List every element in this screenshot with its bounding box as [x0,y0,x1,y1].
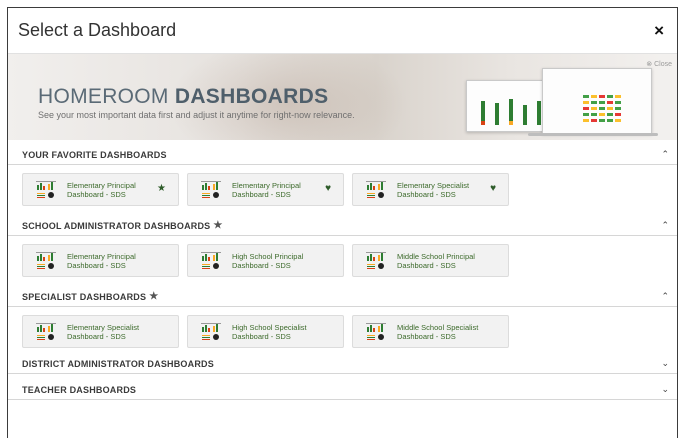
section-header[interactable]: TEACHER DASHBOARDS ⌄ [8,380,677,400]
modal-title: Select a Dashboard [18,20,177,40]
chevron-up-icon[interactable]: ⌃ [661,291,669,302]
section-title-text: DISTRICT ADMINISTRATOR DASHBOARDS [22,358,214,369]
dashboard-thumbnail-icon [35,322,57,341]
section-title: SCHOOL ADMINISTRATOR DASHBOARDS ★ [22,220,223,231]
section-title-text: SCHOOL ADMINISTRATOR DASHBOARDS [22,220,211,231]
section-title: TEACHER DASHBOARDS [22,385,136,395]
close-icon[interactable]: × [654,22,667,39]
dashboard-card[interactable]: Elementary Principal Dashboard - SDS ★ [22,173,179,206]
section-title-text: TEACHER DASHBOARDS [22,384,137,395]
dashboard-thumbnail-icon [200,251,222,270]
dashboard-preview-image-2 [542,68,652,134]
dashboard-name-suffix: Dashboard - SDS [397,331,456,341]
banner-subtitle: See your most important data first and a… [38,110,355,120]
dashboard-thumbnail-icon [200,180,222,199]
dashboard-name-suffix: Dashboard - SDS [232,260,291,270]
section-2: SPECIALIST DASHBOARDS ★ ⌃ Elementary Specia… [8,287,677,348]
dashboard-card-label: Middle School Specialist Dashboard - SDS [397,323,500,341]
dashboard-card-label: Elementary Principal Dashboard - SDS [67,181,170,199]
heart-icon[interactable]: ♥ [325,183,331,194]
dashboard-card[interactable]: Elementary Principal Dashboard - SDS ♥ [187,173,344,206]
section-header[interactable]: DISTRICT ADMINISTRATOR DASHBOARDS ⌄ [8,354,677,374]
dashboard-name: Elementary Principal [67,251,136,261]
dashboard-card-label: Elementary Specialist Dashboard - SDS [67,323,170,341]
dashboard-name: Elementary Principal [232,180,301,190]
dashboard-name-suffix: Dashboard - SDS [232,189,291,199]
dashboard-card-list: Elementary Specialist Dashboard - SDS High… [8,307,677,348]
banner-title: HOMEROOM DASHBOARDS [38,85,328,109]
dashboard-name: Elementary Principal [67,180,136,190]
section-header[interactable]: SCHOOL ADMINISTRATOR DASHBOARDS ★ ⌃ [8,216,677,236]
dashboard-name-suffix: Dashboard - SDS [67,260,126,270]
banner-close-link[interactable]: ⊗ Close [646,60,672,68]
dashboard-name: High School Specialist [232,322,307,332]
dashboard-card-list: Elementary Principal Dashboard - SDS ★ Elem… [8,165,677,206]
section-3: DISTRICT ADMINISTRATOR DASHBOARDS ⌄ [8,354,677,374]
section-title-text: SPECIALIST DASHBOARDS [22,291,147,302]
dashboard-card-label: Elementary Specialist Dashboard - SDS [397,181,500,199]
section-0: YOUR FAVORITE DASHBOARDS ⌃ Elementary Prin… [8,145,677,206]
dashboard-thumbnail-icon [365,322,387,341]
dashboard-card-label: Elementary Principal Dashboard - SDS [232,181,335,199]
dashboard-card-label: High School Specialist Dashboard - SDS [232,323,335,341]
section-title: SPECIALIST DASHBOARDS ★ [22,291,158,302]
dashboard-card-label: Middle School Principal Dashboard - SDS [397,252,500,270]
dashboard-thumbnail-icon [35,180,57,199]
homeroom-banner: HOMEROOM DASHBOARDS See your most import… [8,54,677,140]
dashboard-name-suffix: Dashboard - SDS [397,189,456,199]
dashboard-name: High School Principal [232,251,304,261]
dashboard-card[interactable]: Elementary Specialist Dashboard - SDS [22,315,179,348]
dashboard-name-suffix: Dashboard - SDS [397,260,456,270]
dashboard-card[interactable]: High School Principal Dashboard - SDS [187,244,344,277]
chevron-down-icon[interactable]: ⌄ [661,384,669,395]
section-title: DISTRICT ADMINISTRATOR DASHBOARDS [22,359,214,369]
section-title-text: YOUR FAVORITE DASHBOARDS [22,149,167,160]
banner-title-light: HOMEROOM [38,85,175,108]
modal-header: Select a Dashboard × [8,8,677,54]
star-icon: ★ [149,291,159,302]
section-title: YOUR FAVORITE DASHBOARDS [22,150,167,160]
dashboard-thumbnail-icon [365,180,387,199]
section-1: SCHOOL ADMINISTRATOR DASHBOARDS ★ ⌃ Element… [8,216,677,277]
dashboard-name: Elementary Specialist [67,322,140,332]
monitor-stand [528,133,658,136]
star-icon: ★ [213,220,223,231]
dashboard-card[interactable]: Middle School Specialist Dashboard - SDS [352,315,509,348]
chevron-up-icon[interactable]: ⌃ [661,149,669,160]
dashboard-thumbnail-icon [365,251,387,270]
dashboard-card-list: Elementary Principal Dashboard - SDS High … [8,236,677,277]
star-icon[interactable]: ★ [157,183,166,194]
heart-icon[interactable]: ♥ [490,183,496,194]
dashboard-name-suffix: Dashboard - SDS [67,189,126,199]
dashboard-sections: YOUR FAVORITE DASHBOARDS ⌃ Elementary Prin… [8,145,677,400]
select-dashboard-modal: Select a Dashboard × HOMEROOM DASHBOARDS… [7,7,678,438]
dashboard-card[interactable]: Elementary Principal Dashboard - SDS [22,244,179,277]
dashboard-card-label: Elementary Principal Dashboard - SDS [67,252,170,270]
dashboard-card[interactable]: Elementary Specialist Dashboard - SDS ♥ [352,173,509,206]
dashboard-card-label: High School Principal Dashboard - SDS [232,252,335,270]
dashboard-name: Middle School Specialist [397,322,479,332]
dashboard-name: Elementary Specialist [397,180,470,190]
section-header[interactable]: YOUR FAVORITE DASHBOARDS ⌃ [8,145,677,165]
dashboard-thumbnail-icon [200,322,222,341]
section-header[interactable]: SPECIALIST DASHBOARDS ★ ⌃ [8,287,677,307]
banner-title-bold: DASHBOARDS [174,85,329,108]
dashboard-name-suffix: Dashboard - SDS [232,331,291,341]
dashboard-card[interactable]: Middle School Principal Dashboard - SDS [352,244,509,277]
chevron-up-icon[interactable]: ⌃ [661,220,669,231]
dashboard-name: Middle School Principal [397,251,475,261]
section-4: TEACHER DASHBOARDS ⌄ [8,380,677,400]
dashboard-thumbnail-icon [35,251,57,270]
chevron-down-icon[interactable]: ⌄ [661,358,669,369]
dashboard-card[interactable]: High School Specialist Dashboard - SDS [187,315,344,348]
dashboard-name-suffix: Dashboard - SDS [67,331,126,341]
